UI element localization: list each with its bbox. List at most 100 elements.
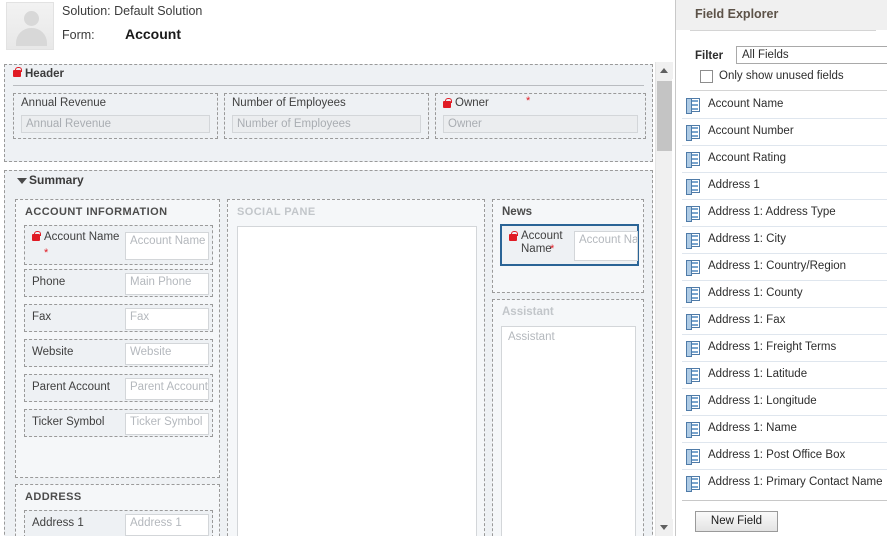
list-item-label: Address 1: Address Type [708,206,836,218]
form-field-parent-account[interactable]: Parent Account Parent Account [24,374,213,402]
field-list[interactable]: Account Name Account Number Account Rati… [682,92,887,496]
list-item[interactable]: Address 1: Name [682,416,887,443]
list-item[interactable]: Address 1: Longitude [682,389,887,416]
divider [682,500,887,501]
list-item[interactable]: Account Number [682,119,887,146]
only-unused-fields-checkbox[interactable] [700,70,713,83]
list-item-label: Account Name [708,98,784,110]
field-input[interactable]: Account Nam [574,231,638,261]
form-canvas[interactable]: Header Annual Revenue Annual Revenue Num… [0,58,675,536]
list-item-label: Address 1: Longitude [708,395,817,407]
field-explorer-title: Field Explorer [695,7,779,21]
list-item-label: Address 1: City [708,233,786,245]
field-input[interactable]: Annual Revenue [21,115,210,133]
divider [690,90,887,91]
filter-label: Filter [695,50,724,62]
field-input[interactable]: Website [125,343,209,365]
required-asterisk: * [550,243,555,255]
field-input[interactable]: Number of Employees [232,115,421,133]
assistant-placeholder: Assistant [508,331,555,343]
section-news[interactable]: News Account Name * Account Nam [492,199,644,293]
field-input[interactable]: Account Name [125,232,209,260]
header-tab-section[interactable]: Header Annual Revenue Annual Revenue Num… [4,64,653,162]
list-item-label: Address 1: Name [708,422,797,434]
field-document-icon [686,152,700,168]
form-canvas-scrollbar[interactable] [655,62,673,536]
scroll-down-arrow-icon[interactable] [656,519,673,536]
list-item[interactable]: Address 1: County [682,281,887,308]
list-item[interactable]: Address 1: Primary Contact Name [682,470,887,496]
form-field-news-account-name[interactable]: Account Name * Account Nam [500,224,639,266]
list-item[interactable]: Address 1: Country/Region [682,254,887,281]
form-editor-window: Solution: Default Solution Form: Account… [0,0,887,536]
section-title: Assistant [502,306,554,318]
field-label: Website [32,346,74,358]
field-input[interactable]: Owner [443,115,638,133]
list-item[interactable]: Account Name [682,92,887,119]
section-address[interactable]: ADDRESS Address 1 Address 1 [15,484,220,536]
field-label: Annual Revenue [21,97,107,109]
field-input[interactable]: Parent Account [125,378,209,400]
list-item[interactable]: Address 1 [682,173,887,200]
summary-tab-section[interactable]: Summary ACCOUNT INFORMATION Account Name… [4,170,653,536]
section-social-pane[interactable]: SOCIAL PANE [227,199,485,536]
form-field-fax[interactable]: Fax Fax [24,304,213,332]
only-unused-fields-label: Only show unused fields [719,70,844,82]
field-document-icon [686,422,700,438]
form-field-website[interactable]: Website Website [24,339,213,367]
list-item[interactable]: Address 1: Latitude [682,362,887,389]
form-field-phone[interactable]: Phone Main Phone [24,269,213,297]
new-field-button[interactable]: New Field [695,511,778,532]
section-title: News [502,206,533,218]
list-item-label: Account Rating [708,152,786,164]
list-item[interactable]: Address 1: City [682,227,887,254]
header-field-owner[interactable]: Owner * Owner [435,93,646,139]
scroll-up-arrow-icon[interactable] [656,62,673,79]
list-item-label: Address 1 [708,179,760,191]
required-asterisk: * [526,95,531,107]
list-item-label: Account Number [708,125,794,137]
user-avatar-icon [6,2,54,50]
page-title: Account [125,26,181,42]
divider [690,30,876,31]
field-label: Fax [32,311,52,323]
header-tab-header: Header [5,65,652,86]
form-title-bar: Solution: Default Solution Form: Account [0,0,675,58]
list-item-label: Address 1: Latitude [708,368,808,380]
solution-label: Solution: Default Solution [62,4,203,18]
summary-tab-header: Summary [5,171,652,191]
field-label: Address 1 [32,517,84,529]
list-item[interactable]: Address 1: Freight Terms [682,335,887,362]
field-document-icon [686,179,700,195]
list-item[interactable]: Account Rating [682,146,887,173]
assistant-control[interactable]: Assistant [501,326,636,536]
field-document-icon [686,206,700,222]
list-item[interactable]: Address 1: Post Office Box [682,443,887,470]
list-item[interactable]: Address 1: Fax [682,308,887,335]
collapse-triangle-icon[interactable] [17,178,27,184]
form-field-ticker-symbol[interactable]: Ticker Symbol Ticker Symbol [24,409,213,437]
field-label: Parent Account [32,381,110,393]
social-pane-control[interactable] [237,226,477,536]
field-label: Account Name [44,231,120,243]
form-field-account-name[interactable]: Account Name * Account Name [24,225,213,265]
field-document-icon [686,287,700,303]
field-input[interactable]: Ticker Symbol [125,413,209,435]
filter-select[interactable]: All Fields [736,46,887,64]
field-input[interactable]: Main Phone [125,273,209,295]
section-account-information[interactable]: ACCOUNT INFORMATION Account Name * Accou… [15,199,220,478]
field-label: Owner [455,97,489,109]
section-assistant[interactable]: Assistant Assistant [492,299,644,536]
field-document-icon [686,476,700,492]
list-item[interactable]: Address 1: Address Type [682,200,887,227]
field-label: Phone [32,276,66,288]
field-explorer-panel: Field Explorer Filter All Fields Only sh… [675,0,887,536]
field-document-icon [686,341,700,357]
header-field-annual-revenue[interactable]: Annual Revenue Annual Revenue [13,93,218,139]
field-input[interactable]: Fax [125,308,209,330]
field-input[interactable]: Address 1 [125,514,209,536]
scrollbar-thumb[interactable] [657,81,672,151]
list-item-label: Address 1: Primary Contact Name [708,476,883,488]
form-field-address-1[interactable]: Address 1 Address 1 [24,510,213,536]
header-field-number-of-employees[interactable]: Number of Employees Number of Employees [224,93,429,139]
